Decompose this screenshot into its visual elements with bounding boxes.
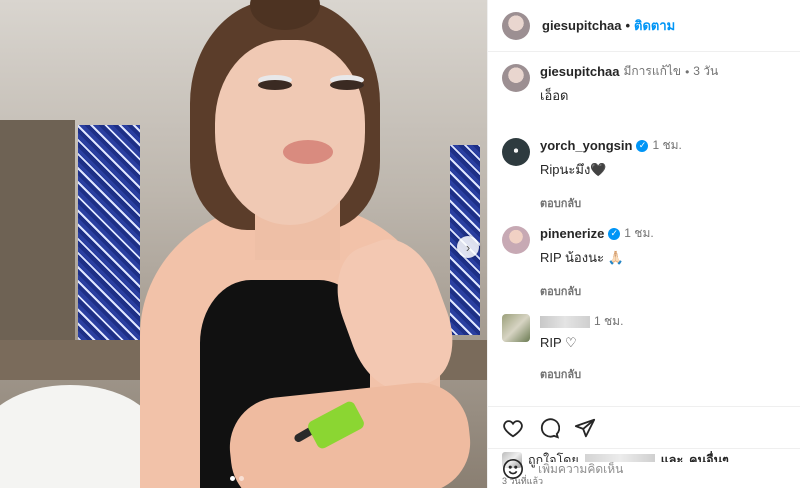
emoji-icon[interactable] (502, 458, 524, 480)
post-side-panel: giesupitchaa • ติดตาม giesupitchaa มีการ… (487, 0, 800, 488)
carousel-dots (230, 476, 244, 481)
carousel-dot (230, 476, 235, 481)
add-comment-bar (488, 448, 800, 488)
reply-button[interactable]: ตอบกลับ (540, 194, 786, 212)
comment-time[interactable]: 1 ชม. (594, 312, 623, 331)
action-bar (488, 406, 800, 448)
carousel-dot (239, 476, 244, 481)
reply-button[interactable]: ตอบกลับ (540, 282, 786, 300)
author-username[interactable]: giesupitchaa (542, 18, 621, 33)
next-arrow-icon[interactable]: › (457, 236, 479, 258)
comment-icon[interactable] (538, 417, 560, 439)
follow-button[interactable]: ติดตาม (634, 15, 675, 36)
commenter-avatar[interactable] (502, 138, 530, 166)
caption-username[interactable]: giesupitchaa (540, 64, 619, 79)
commenter-avatar[interactable] (502, 314, 530, 342)
comments-list: giesupitchaa มีการแก้ไข • 3 วัน เอ็อด yo… (488, 52, 800, 406)
comment-item: yorch_yongsin ✓ 1 ชม. Ripนะมึง🖤 ตอบกลับ (502, 136, 786, 212)
verified-badge-icon: ✓ (636, 139, 649, 152)
comment-text: Ripนะมึง🖤 (540, 162, 607, 177)
comment-text: RIP น้องนะ 🙏🏻 (540, 250, 624, 265)
commenter-username[interactable]: pinenerize (540, 226, 604, 241)
caption-dot: • (685, 64, 690, 79)
comment-item: pinenerize ✓ 1 ชม. RIP น้องนะ 🙏🏻 ตอบกลับ (502, 224, 786, 300)
caption: giesupitchaa มีการแก้ไข • 3 วัน เอ็อด (502, 62, 786, 106)
commenter-username[interactable]: yorch_yongsin (540, 138, 632, 153)
header-separator: • (625, 18, 631, 33)
caption-text: เอ็อด (540, 88, 569, 103)
photo-wall (0, 120, 75, 360)
author-avatar[interactable] (502, 11, 530, 40)
caption-edited: มีการแก้ไข (623, 64, 682, 78)
comment-text: RIP ♡ (540, 335, 577, 350)
commenter-avatar[interactable] (502, 226, 530, 254)
comment-input[interactable] (538, 461, 786, 476)
comment-item: 1 ชม. RIP ♡ ตอบกลับ (502, 312, 786, 383)
post-viewer: › giesupitchaa • ติดตาม giesupitchaa มีก… (0, 0, 800, 488)
heart-icon[interactable] (502, 417, 524, 439)
caption-avatar[interactable] (502, 64, 530, 92)
photo-subject (120, 0, 476, 488)
caption-time[interactable]: 3 วัน (693, 62, 718, 81)
commenter-username-blurred[interactable] (540, 315, 590, 328)
comment-time[interactable]: 1 ชม. (652, 136, 681, 155)
comment-time[interactable]: 1 ชม. (624, 224, 653, 243)
post-photo[interactable]: › (0, 0, 487, 488)
share-icon[interactable] (574, 417, 596, 439)
post-header: giesupitchaa • ติดตาม (488, 0, 800, 52)
reply-button[interactable]: ตอบกลับ (540, 365, 786, 383)
verified-badge-icon: ✓ (608, 227, 621, 240)
